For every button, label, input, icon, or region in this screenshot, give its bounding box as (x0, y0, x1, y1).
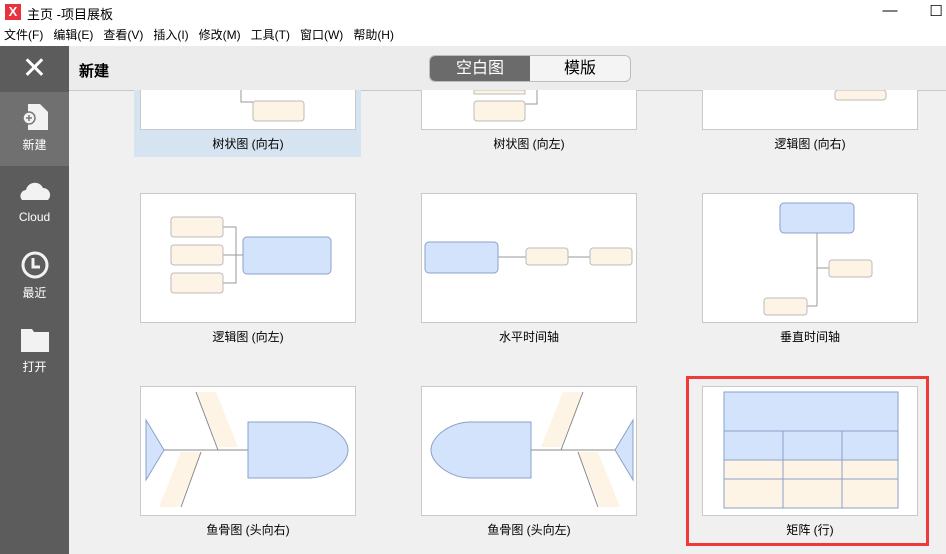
sidebar: ✕ 新建 Cloud 最近 打开 (0, 46, 69, 554)
template-thumbnail (421, 193, 637, 323)
menu-help[interactable]: 帮助(H) (353, 24, 394, 46)
sidebar-item-recent[interactable]: 最近 (0, 240, 69, 314)
template-label: 鱼骨图 (头向左) (487, 523, 571, 537)
sidebar-item-label: 打开 (22, 360, 47, 374)
menu-insert[interactable]: 插入(I) (153, 24, 188, 46)
template-label: 树状图 (向左) (493, 137, 565, 151)
header: 新建 空白图 模版 (69, 46, 946, 91)
template-thumbnail (140, 193, 356, 323)
sidebar-item-label: 新建 (22, 138, 47, 152)
sidebar-item-label: Cloud (18, 210, 51, 224)
menu-modify[interactable]: 修改(M) (199, 24, 241, 46)
template-thumbnail (702, 193, 918, 323)
menu-window[interactable]: 窗口(W) (300, 24, 343, 46)
sidebar-item-open[interactable]: 打开 (0, 314, 69, 388)
template-label: 逻辑图 (向左) (212, 330, 284, 344)
template-label: 逻辑图 (向右) (774, 137, 846, 151)
menu-bar: 文件(F) 编辑(E) 查看(V) 插入(I) 修改(M) 工具(T) 窗口(W… (0, 24, 946, 46)
menu-tools[interactable]: 工具(T) (251, 24, 290, 46)
folder-icon (20, 329, 49, 352)
maximize-button[interactable]: ☐ (926, 2, 946, 20)
sidebar-item-cloud[interactable]: Cloud (0, 166, 69, 240)
app-logo: X (5, 4, 21, 20)
menu-edit[interactable]: 编辑(E) (53, 24, 93, 46)
sidebar-item-new[interactable]: 新建 (0, 92, 69, 166)
template-thumbnail (702, 90, 918, 130)
template-thumbnail (140, 90, 356, 130)
highlight-box (686, 376, 929, 546)
tab-blank[interactable]: 空白图 (430, 56, 530, 81)
template-label: 水平时间轴 (498, 330, 559, 344)
tab-template[interactable]: 模版 (530, 56, 630, 81)
close-button[interactable]: ✕ (0, 46, 69, 91)
menu-view[interactable]: 查看(V) (103, 24, 143, 46)
title-bar: X 主页 -项目展板 — ☐ (0, 0, 946, 24)
template-label: 树状图 (向右) (212, 137, 284, 151)
template-thumbnail (421, 90, 637, 130)
sidebar-item-label: 最近 (22, 286, 47, 300)
new-file-icon (21, 104, 48, 130)
clock-icon (21, 251, 48, 279)
minimize-button[interactable]: — (880, 2, 900, 19)
window-title: 主页 -项目展板 (27, 7, 113, 22)
view-toggle: 空白图 模版 (429, 55, 631, 82)
template-thumbnail (140, 386, 356, 516)
template-label: 垂直时间轴 (779, 330, 840, 344)
cloud-icon (19, 182, 50, 200)
template-label: 鱼骨图 (头向右) (206, 523, 290, 537)
page-title: 新建 (79, 63, 110, 80)
template-thumbnail (421, 386, 637, 516)
menu-file[interactable]: 文件(F) (4, 24, 43, 46)
